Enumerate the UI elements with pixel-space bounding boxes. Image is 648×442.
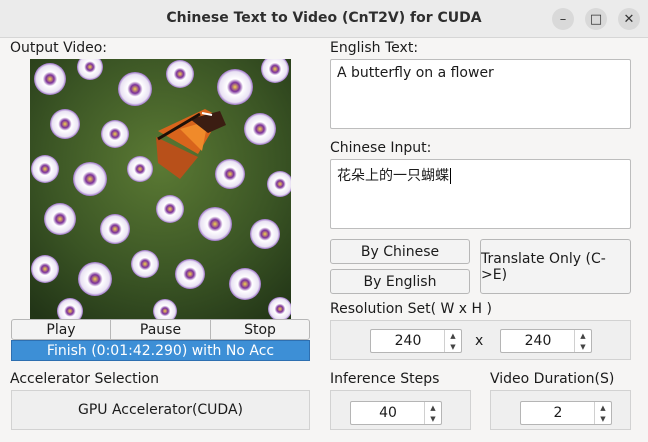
chinese-input-label: Chinese Input: xyxy=(330,140,432,156)
up-arrow-icon[interactable]: ▲ xyxy=(595,402,611,413)
resolution-set-label: Resolution Set( W x H ) xyxy=(330,301,492,317)
chinese-input-field[interactable]: 花朵上的一只蝴蝶 xyxy=(330,159,631,229)
pause-button[interactable]: Pause xyxy=(110,319,211,340)
by-english-label: By English xyxy=(363,273,437,290)
video-frame-image xyxy=(30,59,291,319)
resolution-separator: x xyxy=(475,333,484,349)
status-bar: Finish (0:01:42.290) with No Acc xyxy=(11,340,310,361)
height-spinbox[interactable]: 240 ▲ ▼ xyxy=(500,329,592,353)
video-duration-label: Video Duration(S) xyxy=(490,371,615,387)
app-window: Chinese Text to Video (CnT2V) for CUDA –… xyxy=(0,0,648,442)
output-video-preview[interactable] xyxy=(30,59,291,319)
chinese-input-text: 花朵上的一只蝴蝶 xyxy=(337,168,449,184)
video-duration-value: 2 xyxy=(553,405,563,421)
accelerator-selector[interactable]: GPU Accelerator(CUDA) xyxy=(11,390,310,430)
stop-button[interactable]: Stop xyxy=(210,319,310,340)
stop-label: Stop xyxy=(244,321,276,338)
up-arrow-icon[interactable]: ▲ xyxy=(575,330,591,341)
play-button[interactable]: Play xyxy=(11,319,111,340)
minimize-icon: – xyxy=(559,11,567,27)
by-english-button[interactable]: By English xyxy=(330,269,470,294)
accelerator-selection-label: Accelerator Selection xyxy=(10,371,159,387)
video-duration-group: 2 ▲ ▼ xyxy=(490,390,631,430)
play-label: Play xyxy=(46,321,76,338)
inference-steps-label: Inference Steps xyxy=(330,371,440,387)
close-button[interactable]: ✕ xyxy=(618,8,640,30)
maximize-button[interactable]: □ xyxy=(585,8,607,30)
down-arrow-icon[interactable]: ▼ xyxy=(445,341,461,352)
text-cursor xyxy=(450,168,451,184)
translate-only-button[interactable]: Translate Only (C->E) xyxy=(480,239,631,294)
up-arrow-icon[interactable]: ▲ xyxy=(425,402,441,413)
by-chinese-button[interactable]: By Chinese xyxy=(330,239,470,264)
inference-steps-value: 40 xyxy=(379,405,397,421)
down-arrow-icon[interactable]: ▼ xyxy=(425,413,441,424)
english-text-field[interactable]: A butterfly on a flower xyxy=(330,59,631,129)
width-spinbox[interactable]: 240 ▲ ▼ xyxy=(370,329,462,353)
down-arrow-icon[interactable]: ▼ xyxy=(575,341,591,352)
accelerator-value: GPU Accelerator(CUDA) xyxy=(77,402,244,418)
up-arrow-icon[interactable]: ▲ xyxy=(445,330,461,341)
close-icon: ✕ xyxy=(623,11,635,27)
english-text-label: English Text: xyxy=(330,40,419,56)
translate-only-label: Translate Only (C->E) xyxy=(481,250,606,283)
video-duration-spinbox[interactable]: 2 ▲ ▼ xyxy=(520,401,612,425)
resolution-group: 240 ▲ ▼ x 240 ▲ ▼ xyxy=(330,320,631,360)
width-value: 240 xyxy=(394,333,422,349)
maximize-icon: □ xyxy=(589,11,603,27)
output-video-label: Output Video: xyxy=(10,40,108,56)
minimize-button[interactable]: – xyxy=(552,8,574,30)
status-text: Finish (0:01:42.290) with No Acc xyxy=(46,342,275,359)
title-bar[interactable]: Chinese Text to Video (CnT2V) for CUDA –… xyxy=(0,0,648,38)
height-value: 240 xyxy=(524,333,552,349)
by-chinese-label: By Chinese xyxy=(360,243,440,260)
inference-steps-group: 40 ▲ ▼ xyxy=(330,390,471,430)
window-title: Chinese Text to Video (CnT2V) for CUDA xyxy=(166,10,482,26)
pause-label: Pause xyxy=(139,321,182,338)
inference-steps-spinbox[interactable]: 40 ▲ ▼ xyxy=(350,401,442,425)
down-arrow-icon[interactable]: ▼ xyxy=(595,413,611,424)
